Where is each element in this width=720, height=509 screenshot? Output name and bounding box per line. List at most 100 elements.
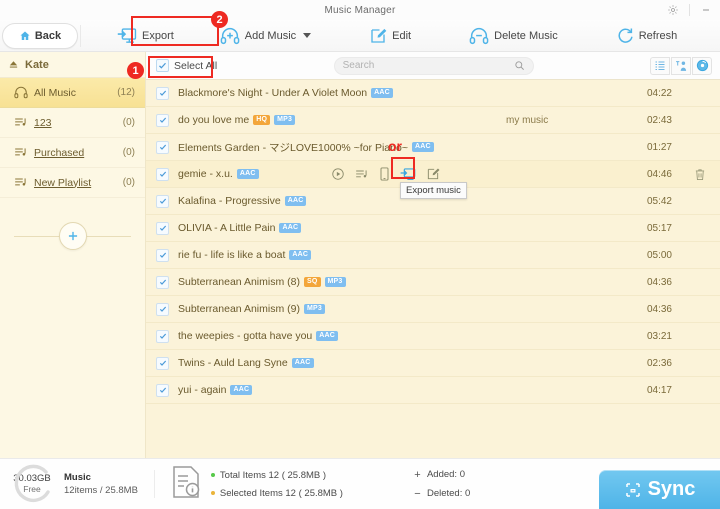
gear-icon[interactable]	[663, 1, 683, 19]
playlist-icon	[14, 146, 34, 159]
export-music-icon[interactable]	[400, 167, 416, 182]
refresh-icon	[616, 27, 634, 45]
search-icon[interactable]	[514, 60, 525, 71]
music-summary: Music 12items / 25.8MB	[64, 472, 138, 496]
sidebar-item-label: New Playlist	[34, 176, 92, 189]
window-controls	[663, 0, 716, 20]
toolbar-refresh-button[interactable]: Refresh	[606, 20, 688, 52]
row-checkbox-cell[interactable]	[156, 140, 178, 154]
table-row[interactable]: Subterranean Animism (8) SQ MP3 04:36	[146, 269, 720, 296]
minimize-button[interactable]	[696, 1, 716, 19]
sidebar-item-label: 123	[34, 116, 52, 129]
toolbar-edit-label: Edit	[392, 29, 412, 42]
sidebar: Kate All Music (12) 123 (0) Purchased (0…	[0, 52, 146, 458]
row-checkbox[interactable]	[156, 167, 169, 181]
track-duration: 04:46	[646, 168, 672, 180]
export-icon	[117, 27, 137, 45]
list-view-icon[interactable]	[650, 56, 670, 75]
track-duration: 05:42	[646, 195, 672, 207]
row-checkbox-cell[interactable]	[156, 383, 178, 397]
row-checkbox-cell[interactable]	[156, 302, 178, 316]
add-music-icon	[220, 27, 240, 45]
headphone-icon	[14, 86, 34, 99]
artist-view-icon[interactable]	[671, 56, 691, 75]
eject-icon[interactable]	[8, 59, 19, 70]
table-row[interactable]: OLIVIA - A Little Pain AAC 05:17	[146, 215, 720, 242]
total-items-label: Total Items 12 ( 25.8MB )	[219, 469, 327, 481]
track-list[interactable]: Blackmore's Night - Under A Violet Moon …	[146, 80, 720, 458]
track-duration: 03:21	[646, 330, 672, 342]
sidebar-item-purchased[interactable]: Purchased (0)	[0, 138, 145, 168]
search-input[interactable]	[342, 60, 514, 71]
table-row[interactable]: Elements Garden - マジLOVE1000% ~for Piano…	[146, 134, 720, 161]
sidebar-item-all-music[interactable]: All Music (12)	[0, 78, 145, 108]
row-checkbox-cell[interactable]	[156, 221, 178, 235]
row-checkbox-cell[interactable]	[156, 356, 178, 370]
row-checkbox-cell[interactable]	[156, 329, 178, 343]
row-checkbox[interactable]	[156, 194, 169, 208]
track-title-cell: OLIVIA - A Little Pain AAC	[178, 222, 302, 234]
sidebar-item-new-playlist[interactable]: New Playlist (0)	[0, 168, 145, 198]
table-row[interactable]: the weepies - gotta have you AAC 03:21	[146, 323, 720, 350]
info-doc-icon	[171, 465, 201, 504]
row-checkbox[interactable]	[156, 86, 169, 100]
track-title-cell: do you love me HQ MP3	[178, 114, 296, 126]
select-all-checkbox[interactable]	[156, 59, 169, 72]
sidebar-item-123[interactable]: 123 (0)	[0, 108, 145, 138]
select-all-label: Select All	[174, 59, 218, 72]
sidebar-device-header[interactable]: Kate	[0, 52, 145, 78]
sync-button[interactable]: Sync	[599, 470, 720, 509]
play-icon[interactable]	[331, 167, 345, 181]
row-checkbox[interactable]	[156, 356, 169, 370]
row-checkbox[interactable]	[156, 275, 169, 289]
back-button[interactable]: Back	[2, 22, 78, 49]
format-badge: AAC	[371, 88, 393, 98]
edit-track-icon[interactable]	[426, 167, 440, 181]
row-checkbox-cell[interactable]	[156, 194, 178, 208]
row-checkbox-cell[interactable]	[156, 167, 178, 181]
table-row[interactable]: do you love me HQ MP3 my music 02:43	[146, 107, 720, 134]
table-row[interactable]: Twins - Auld Lang Syne AAC 02:36	[146, 350, 720, 377]
add-playlist-button[interactable]	[58, 222, 87, 250]
row-checkbox-cell[interactable]	[156, 275, 178, 289]
table-row[interactable]: rie fu - life is like a boat AAC 05:00	[146, 242, 720, 269]
sidebar-item-count: (0)	[122, 117, 135, 128]
add-to-playlist-icon[interactable]	[355, 168, 369, 181]
format-badge: MP3	[324, 277, 346, 287]
track-title-cell: Subterranean Animism (9) MP3	[178, 303, 325, 315]
album-view-icon[interactable]	[692, 56, 712, 75]
selected-items-line: Selected Items 12 ( 25.8MB )	[210, 488, 343, 499]
row-checkbox-cell[interactable]	[156, 86, 178, 100]
track-duration: 04:36	[646, 303, 672, 315]
row-action-icons	[331, 167, 440, 182]
changes-stats: + Added: 0 − Deleted: 0	[413, 469, 470, 500]
row-checkbox[interactable]	[156, 113, 169, 127]
track-title: Subterranean Animism (8)	[178, 276, 300, 288]
table-row[interactable]: yui - again AAC 04:17	[146, 377, 720, 404]
format-badge: MP3	[274, 115, 296, 125]
toolbar-export-button[interactable]: Export	[107, 20, 184, 52]
status-bar: 30.03GB Free Music 12items / 25.8MB Tota…	[0, 458, 720, 509]
select-all-control[interactable]: Select All	[156, 59, 217, 72]
trash-icon[interactable]	[694, 168, 706, 181]
table-row[interactable]: Blackmore's Night - Under A Violet Moon …	[146, 80, 720, 107]
chevron-down-icon[interactable]	[303, 33, 312, 38]
row-checkbox[interactable]	[156, 383, 169, 397]
toolbar-edit-button[interactable]: Edit	[359, 20, 421, 52]
row-checkbox[interactable]	[156, 221, 169, 235]
plus-icon	[66, 229, 80, 243]
track-duration: 04:17	[646, 384, 672, 396]
track-duration: 04:36	[646, 276, 672, 288]
annotation-or-label: or	[388, 138, 402, 154]
row-checkbox-cell[interactable]	[156, 248, 178, 262]
table-row[interactable]: Subterranean Animism (9) MP3 04:36	[146, 296, 720, 323]
row-checkbox[interactable]	[156, 248, 169, 262]
row-checkbox[interactable]	[156, 329, 169, 343]
search-box[interactable]	[333, 56, 534, 75]
status-separator	[153, 470, 155, 498]
row-checkbox[interactable]	[156, 140, 169, 154]
toolbar-delete-music-button[interactable]: Delete Music	[459, 20, 568, 52]
phone-icon[interactable]	[379, 167, 390, 181]
row-checkbox-cell[interactable]	[156, 113, 178, 127]
row-checkbox[interactable]	[156, 302, 169, 316]
